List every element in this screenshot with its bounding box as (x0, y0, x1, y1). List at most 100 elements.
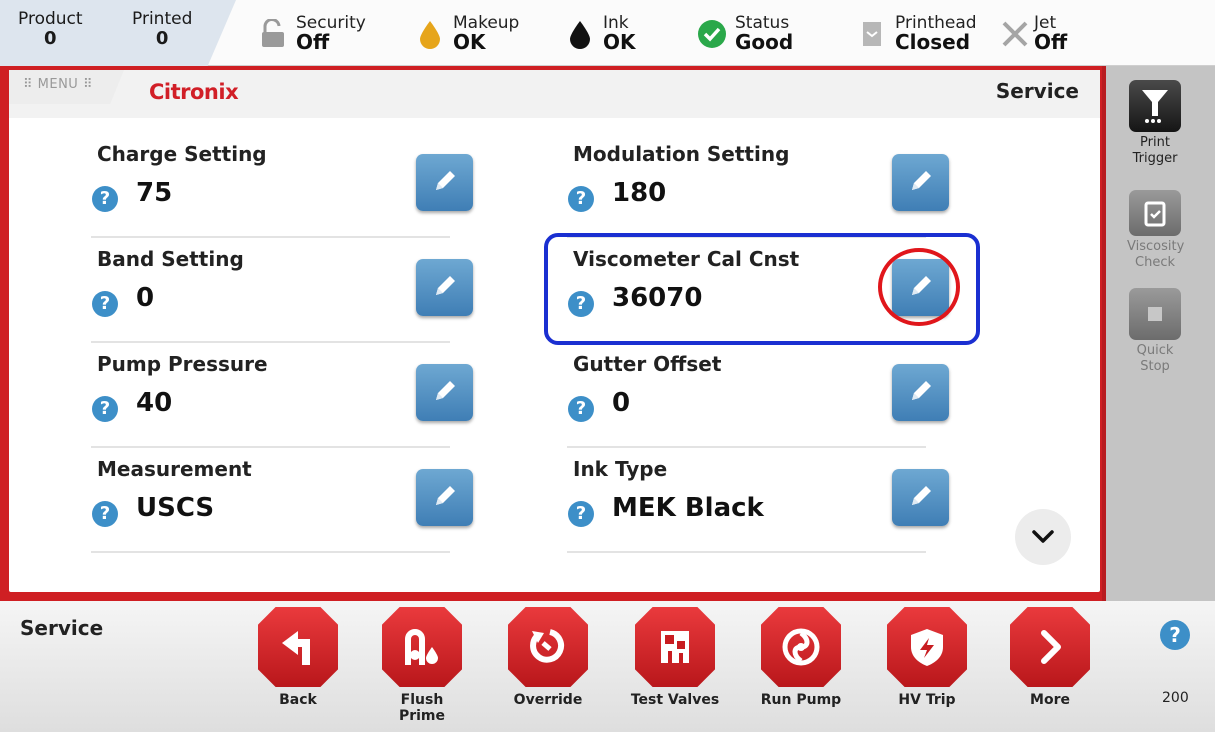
setting-label: Gutter Offset (573, 352, 722, 376)
edit-pump-pressure-button[interactable] (416, 364, 473, 421)
printhead-status[interactable]: Printhead Closed (857, 12, 977, 56)
help-icon[interactable]: ? (92, 396, 118, 422)
override-label: Override (513, 692, 583, 708)
edit-measurement-button[interactable] (416, 469, 473, 526)
jet-status[interactable]: Jet Off (1000, 12, 1067, 56)
run-pump-button[interactable]: Run Pump (756, 607, 846, 708)
viscosity-check-label: Viscosity Check (1127, 239, 1185, 270)
flush-prime-button[interactable]: Flush Prime (377, 607, 467, 724)
status-value: Good (735, 30, 794, 54)
scroll-down-button[interactable] (1015, 509, 1071, 565)
quick-stop-button[interactable]: Quick Stop (1127, 288, 1183, 375)
product-value: 0 (44, 28, 57, 49)
back-arrow-icon (258, 607, 338, 687)
back-label: Back (279, 692, 317, 708)
help-icon[interactable]: ? (568, 501, 594, 527)
hv-trip-icon (887, 607, 967, 687)
row-divider (91, 341, 450, 343)
ink-status[interactable]: Ink OK (565, 12, 636, 56)
version-label: 200 (1162, 690, 1189, 706)
setting-label: Charge Setting (97, 142, 267, 166)
help-icon[interactable]: ? (568, 186, 594, 212)
pencil-icon (906, 166, 936, 200)
setting-modulation-setting: Modulation Setting? 180 (567, 142, 953, 246)
printhead-icon (857, 19, 887, 49)
security-value: Off (296, 30, 330, 54)
setting-label: Ink Type (573, 457, 668, 481)
product-counter: Product 0 (18, 10, 83, 50)
setting-label: Measurement (97, 457, 252, 481)
hv-trip-label: HV Trip (898, 692, 956, 708)
page-title: Service (995, 79, 1079, 103)
quick-stop-label: Quick Stop (1136, 343, 1174, 374)
viscosity-check-icon (1129, 190, 1181, 236)
test-valves-label: Test Valves (630, 692, 720, 708)
pencil-icon (430, 481, 460, 515)
help-icon[interactable]: ? (92, 186, 118, 212)
bottom-title: Service (20, 616, 104, 640)
setting-value: 0 (612, 388, 631, 418)
hv-trip-button[interactable]: HV Trip (882, 607, 972, 708)
edit-ink-type-button[interactable] (892, 469, 949, 526)
test-valves-button[interactable]: Test Valves (630, 607, 720, 708)
printhead-value: Closed (895, 30, 971, 54)
menu-grip-icon: ⠿ (78, 77, 93, 92)
edit-charge-setting-button[interactable] (416, 154, 473, 211)
system-status[interactable]: Status Good (697, 12, 793, 56)
override-button[interactable]: Override (503, 607, 593, 708)
help-button[interactable]: ? (1160, 620, 1190, 650)
more-button[interactable]: More (1005, 607, 1095, 708)
help-icon[interactable]: ? (92, 291, 118, 317)
printed-counter: Printed 0 (132, 10, 192, 50)
setting-pump-pressure: Pump Pressure? 40 (91, 352, 477, 456)
security-status[interactable]: Security Off (258, 12, 366, 56)
setting-label: Modulation Setting (573, 142, 790, 166)
test-valves-icon (635, 607, 715, 687)
setting-measurement: Measurement? USCS (91, 457, 477, 561)
app-window: Product 0 Printed 0 Security Off Makeup … (0, 0, 1215, 732)
setting-ink-type: Ink Type? MEK Black (567, 457, 953, 561)
panel-header: ⠿ MENU ⠿ Citronix Service (9, 70, 1100, 118)
pencil-icon (906, 376, 936, 410)
setting-label: Pump Pressure (97, 352, 268, 376)
edit-band-setting-button[interactable] (416, 259, 473, 316)
setting-value: USCS (136, 493, 215, 523)
print-trigger-button[interactable]: Print Trigger (1127, 80, 1183, 167)
edit-modulation-setting-button[interactable] (892, 154, 949, 211)
pencil-icon (430, 376, 460, 410)
row-divider (91, 446, 450, 448)
printed-value: 0 (155, 28, 169, 49)
setting-label: Band Setting (97, 247, 244, 271)
row-divider (567, 446, 926, 448)
menu-button[interactable]: ⠿ MENU ⠿ (9, 70, 124, 104)
makeup-drop-icon (415, 19, 445, 49)
pencil-icon (430, 271, 460, 305)
edit-gutter-offset-button[interactable] (892, 364, 949, 421)
setting-value: 40 (136, 388, 173, 418)
makeup-status[interactable]: Makeup OK (415, 12, 519, 56)
product-label: Product (18, 9, 83, 29)
ink-drop-icon (565, 19, 595, 49)
row-divider (91, 236, 450, 238)
setting-value: 0 (136, 283, 155, 313)
help-icon[interactable]: ? (568, 396, 594, 422)
print-trigger-icon (1129, 80, 1181, 132)
setting-value: 180 (612, 178, 667, 208)
setting-value: 75 (136, 178, 173, 208)
makeup-value: OK (453, 30, 486, 54)
setting-gutter-offset: Gutter Offset? 0 (567, 352, 953, 456)
run-pump-icon (761, 607, 841, 687)
highlight-circle (878, 248, 960, 326)
stop-icon (1129, 288, 1181, 340)
citronix-logo: Citronix (149, 80, 239, 104)
print-trigger-label: Print Trigger (1132, 135, 1178, 166)
help-icon[interactable]: ? (92, 501, 118, 527)
back-button[interactable]: Back (253, 607, 343, 708)
more-label: More (1030, 692, 1070, 708)
setting-value: MEK Black (612, 493, 764, 523)
jet-value: Off (1034, 30, 1068, 54)
chevron-down-icon (1032, 530, 1054, 543)
run-pump-label: Run Pump (760, 692, 842, 708)
viscosity-check-button[interactable]: Viscosity Check (1127, 190, 1185, 271)
override-icon (508, 607, 588, 687)
